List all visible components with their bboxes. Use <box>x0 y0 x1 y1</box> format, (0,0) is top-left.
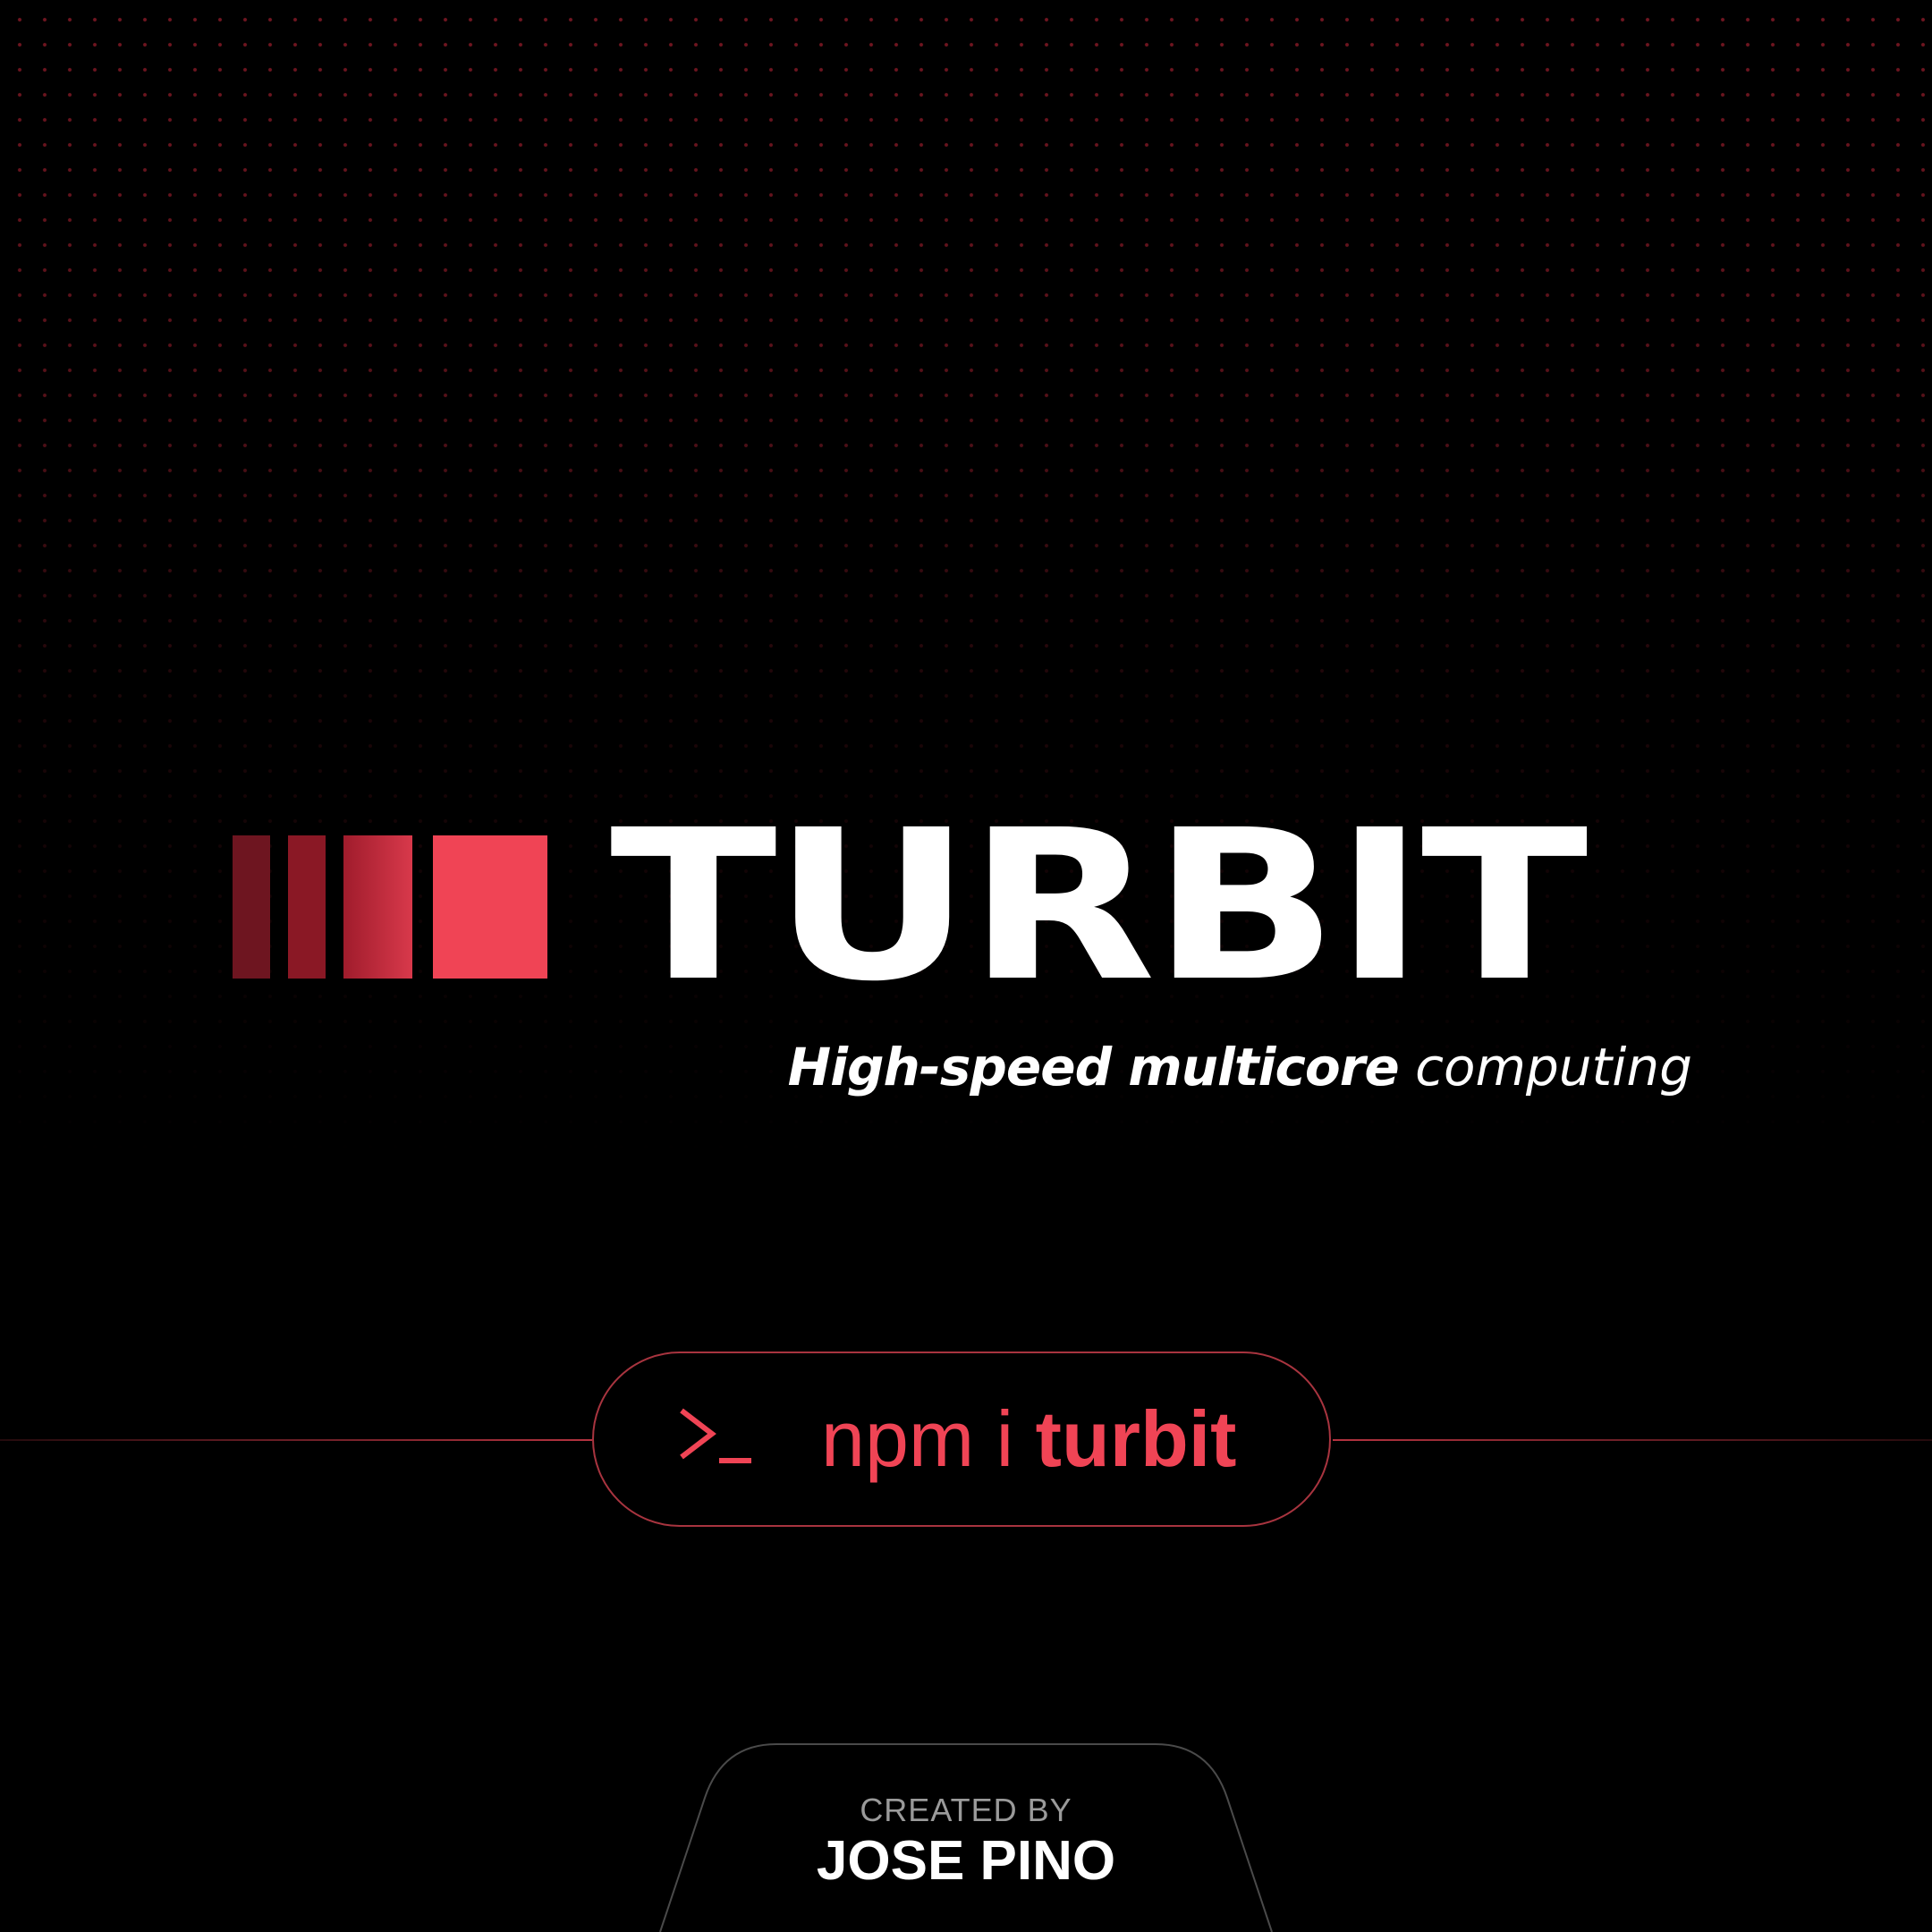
divider-line-left <box>0 1439 592 1441</box>
install-command-prefix: npm i <box>821 1394 1014 1483</box>
divider-line-right <box>1333 1439 1932 1441</box>
install-package-name: turbit <box>1035 1394 1237 1483</box>
speed-bars-icon <box>233 835 547 979</box>
brand-wordmark: TURBIT <box>610 785 1589 1027</box>
banner: TURBIT High-speed multicore computing np… <box>0 0 1932 1932</box>
logo-bar <box>288 835 326 979</box>
credit-label: CREATED BY <box>860 1792 1072 1828</box>
tagline-strong: High-speed multicore <box>787 1037 1400 1097</box>
logo-bar <box>233 835 270 979</box>
logo-bar <box>343 835 412 979</box>
tagline-light: computing <box>1415 1037 1692 1097</box>
terminal-prompt-icon <box>680 1408 751 1463</box>
install-command-pill[interactable]: npm i turbit <box>592 1352 1331 1527</box>
tagline: High-speed multicore computing <box>788 1036 1692 1098</box>
install-command[interactable]: npm i turbit <box>821 1389 1236 1489</box>
credit-name: JOSE PINO <box>816 1830 1116 1892</box>
logo-bar <box>433 835 547 979</box>
